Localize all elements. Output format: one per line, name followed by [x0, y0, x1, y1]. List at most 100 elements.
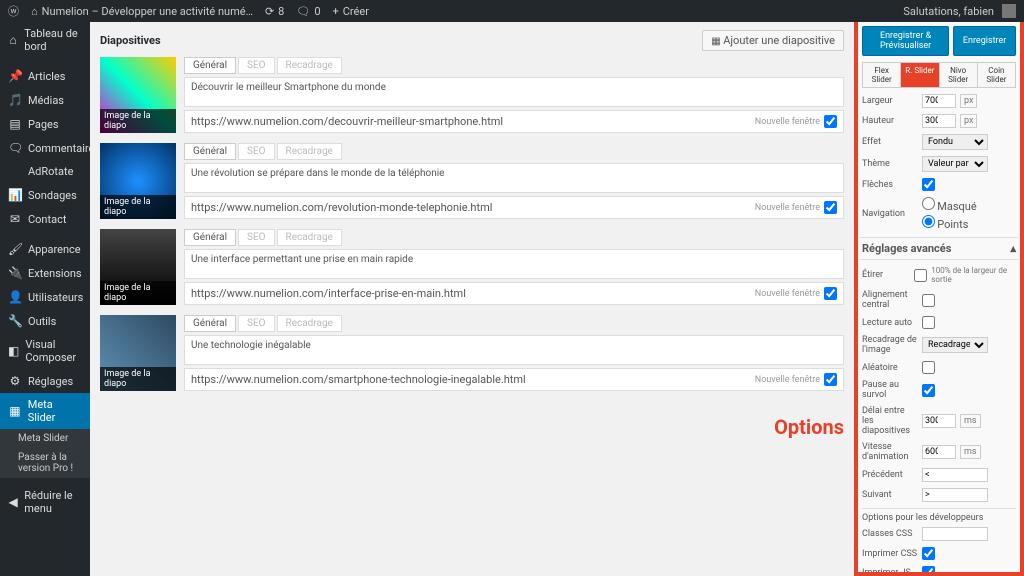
nav-hidden-radio[interactable] [922, 197, 935, 210]
slide-caption-input[interactable]: Découvrir le meilleur Smartphone du mond… [184, 77, 844, 107]
random-checkbox[interactable] [922, 361, 935, 374]
avatar[interactable] [1002, 4, 1016, 18]
tab-crop[interactable]: Recadrage [277, 143, 342, 160]
tab-general[interactable]: Général [184, 57, 236, 74]
menu-posts[interactable]: 📌Articles [0, 64, 90, 88]
main-content: Diapositives ▦ Ajouter une diapositive I… [90, 22, 854, 576]
slide-caption-input[interactable]: Une technologie inégalable [184, 335, 844, 365]
nav-points-radio[interactable] [922, 215, 935, 228]
tab-seo[interactable]: SEO [238, 57, 275, 74]
user-icon: 👤 [8, 290, 22, 304]
new-window-checkbox[interactable] [824, 373, 837, 386]
arrows-checkbox[interactable] [922, 178, 935, 191]
menu-visual-composer[interactable]: ◧Visual Composer [0, 333, 90, 369]
tab-crop[interactable]: Recadrage [277, 229, 342, 246]
menu-settings[interactable]: ⚙Réglages [0, 369, 90, 393]
tab-nivo[interactable]: Nivo Slider [940, 63, 978, 87]
slide-url-input[interactable]: https://www.numelion.com/smartphone-tech… [191, 373, 755, 386]
new-window-checkbox[interactable] [824, 287, 837, 300]
menu-polls[interactable]: 📊Sondages [0, 183, 90, 207]
delay-input[interactable] [922, 414, 956, 428]
collapse-menu[interactable]: ◀Réduire le menu [0, 484, 90, 520]
print-js-checkbox[interactable] [922, 566, 935, 576]
tab-flex[interactable]: Flex Slider [863, 63, 901, 87]
effect-select[interactable]: Fondu [922, 134, 988, 150]
stretch-checkbox[interactable] [914, 269, 927, 282]
save-button[interactable]: Enregistrer [953, 26, 1016, 56]
mail-icon: ✉ [8, 212, 22, 226]
tab-r-slider[interactable]: R. Slider [901, 63, 939, 87]
menu-meta-slider[interactable]: ▦Meta Slider [0, 393, 90, 429]
comment-icon: 🗨 [8, 141, 22, 155]
prev-input[interactable] [922, 468, 988, 482]
center-checkbox[interactable] [922, 294, 935, 307]
page-title: Diapositives [100, 34, 161, 47]
updates[interactable]: ⟳ 8 [265, 5, 284, 18]
next-input[interactable] [922, 488, 988, 502]
tab-seo[interactable]: SEO [238, 315, 275, 332]
advanced-toggle[interactable]: Réglages avancés▴ [860, 237, 1018, 260]
thumb-caption: Image de la diapo [100, 281, 176, 305]
comments-count[interactable]: 🗨 0 [296, 5, 320, 18]
new-content[interactable]: + Créer [333, 5, 369, 18]
tab-general[interactable]: Général [184, 229, 236, 246]
pause-checkbox[interactable] [922, 384, 935, 397]
slide-caption-input[interactable]: Une révolution se prépare dans le monde … [184, 163, 844, 193]
slide-row: Image de la diapo GénéralSEORecadrage Dé… [100, 57, 844, 133]
menu-tools[interactable]: 🔧Outils [0, 309, 90, 333]
wp-logo[interactable]: ⓦ [8, 3, 19, 19]
crop-select[interactable]: Recadrage intellig [922, 337, 988, 353]
menu-adrotate[interactable]: AdRotate [0, 160, 90, 183]
tab-general[interactable]: Général [184, 143, 236, 160]
thumb-caption: Image de la diapo [100, 109, 176, 133]
tab-general[interactable]: Général [184, 315, 236, 332]
add-slide-button[interactable]: ▦ Ajouter une diapositive [702, 30, 844, 51]
options-annotation: Options [774, 415, 844, 439]
autoplay-checkbox[interactable] [922, 316, 935, 329]
menu-plugins[interactable]: 🔌Extensions [0, 261, 90, 285]
menu-pages[interactable]: ▤Pages [0, 112, 90, 136]
slide-thumbnail[interactable]: Image de la diapo [100, 229, 176, 305]
menu-comments[interactable]: 🗨Commentaires [0, 136, 90, 160]
tab-crop[interactable]: Recadrage [277, 315, 342, 332]
theme-select[interactable]: Valeur par défaut [922, 156, 988, 172]
site-name[interactable]: ⌂ Numelion – Développer une activité num… [31, 5, 253, 18]
menu-users[interactable]: 👤Utilisateurs [0, 285, 90, 309]
admin-bar: ⓦ ⌂ Numelion – Développer une activité n… [0, 0, 1024, 22]
chevron-up-icon: ▴ [1010, 242, 1016, 255]
print-css-checkbox[interactable] [922, 547, 935, 560]
settings-panel: Enregistrer & Prévisualiser Enregistrer … [854, 22, 1024, 576]
plug-icon: 🔌 [8, 266, 22, 280]
slide-thumbnail[interactable]: Image de la diapo [100, 143, 176, 219]
height-input[interactable] [922, 114, 956, 128]
tab-crop[interactable]: Recadrage [277, 57, 342, 74]
slide-thumbnail[interactable]: Image de la diapo [100, 315, 176, 391]
wrench-icon: 🔧 [8, 314, 22, 328]
menu-contact[interactable]: ✉Contact [0, 207, 90, 231]
submenu-go-pro[interactable]: Passer à la version Pro ! [0, 448, 90, 478]
submenu-meta-slider[interactable]: Meta Slider [0, 429, 90, 448]
admin-menu: ⌂Tableau de bord 📌Articles 🎵Médias ▤Page… [0, 22, 90, 576]
tab-seo[interactable]: SEO [238, 143, 275, 160]
speed-input[interactable] [922, 445, 956, 459]
slide-caption-input[interactable]: Une interface permettant une prise en ma… [184, 249, 844, 279]
slide-url-input[interactable]: https://www.numelion.com/interface-prise… [191, 287, 755, 300]
new-window-checkbox[interactable] [824, 201, 837, 214]
slide-thumbnail[interactable]: Image de la diapo [100, 57, 176, 133]
collapse-icon: ◀ [8, 495, 18, 509]
new-window-checkbox[interactable] [824, 115, 837, 128]
menu-appearance[interactable]: 🖌Apparence [0, 237, 90, 261]
css-classes-input[interactable] [922, 527, 988, 541]
slide-row: Image de la diapo GénéralSEORecadrage Un… [100, 229, 844, 305]
greeting[interactable]: Salutations, fabien [903, 5, 994, 18]
slide-url-input[interactable]: https://www.numelion.com/revolution-mond… [191, 201, 755, 214]
tab-coin[interactable]: Coin Slider [978, 63, 1015, 87]
menu-dashboard[interactable]: ⌂Tableau de bord [0, 22, 90, 58]
chart-icon: 📊 [8, 188, 22, 202]
slide-url-input[interactable]: https://www.numelion.com/decouvrir-meill… [191, 115, 755, 128]
save-preview-button[interactable]: Enregistrer & Prévisualiser [862, 26, 949, 56]
tab-seo[interactable]: SEO [238, 229, 275, 246]
menu-media[interactable]: 🎵Médias [0, 88, 90, 112]
width-input[interactable] [922, 94, 956, 108]
slider-icon: ▦ [8, 404, 22, 418]
